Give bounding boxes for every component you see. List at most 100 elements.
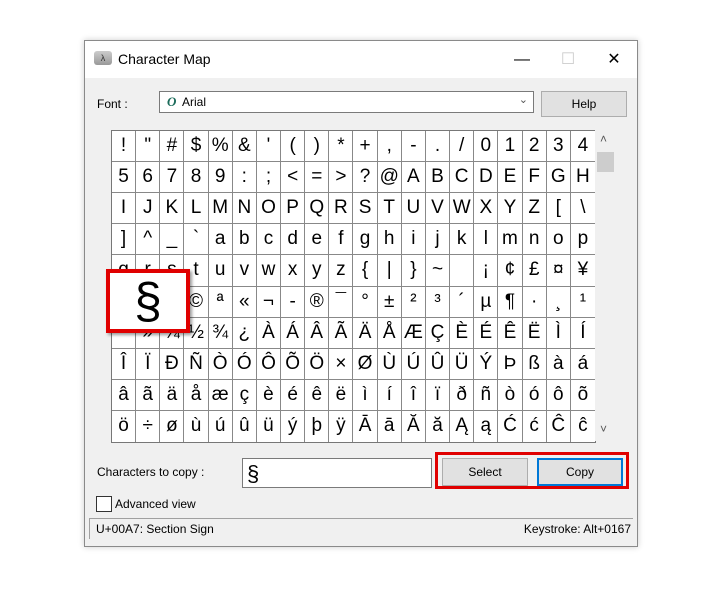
- character-cell[interactable]: ¬: [256, 286, 282, 318]
- character-cell[interactable]: µ: [474, 286, 499, 318]
- font-dropdown[interactable]: O Arial ⌄: [159, 91, 534, 113]
- character-cell[interactable]: å: [184, 379, 209, 411]
- character-cell[interactable]: /: [450, 131, 475, 163]
- character-cell[interactable]: ^: [136, 224, 161, 256]
- character-cell[interactable]: Ó: [232, 348, 257, 380]
- character-cell[interactable]: ³: [425, 286, 451, 318]
- character-cell[interactable]: X: [474, 193, 499, 225]
- character-cell[interactable]: 6: [136, 162, 161, 194]
- character-cell[interactable]: p: [570, 224, 595, 256]
- character-cell[interactable]: ó: [522, 379, 547, 411]
- character-cell[interactable]: Í: [570, 318, 595, 349]
- advanced-view-checkbox[interactable]: [96, 496, 112, 512]
- character-cell[interactable]: >: [329, 162, 354, 194]
- character-cell[interactable]: A: [401, 162, 426, 194]
- character-cell[interactable]: ¤: [546, 255, 571, 287]
- character-cell[interactable]: ¹: [570, 287, 595, 318]
- character-cell[interactable]: G: [546, 162, 571, 194]
- character-cell[interactable]: Ê: [498, 317, 523, 349]
- character-cell[interactable]: B: [425, 162, 451, 194]
- character-cell[interactable]: @: [377, 162, 402, 194]
- character-cell[interactable]: 1: [498, 131, 523, 163]
- character-cell[interactable]: D: [474, 162, 499, 194]
- character-cell[interactable]: Ï: [136, 348, 161, 380]
- character-cell[interactable]: æ: [208, 379, 233, 411]
- character-cell[interactable]: `: [184, 224, 209, 256]
- character-cell[interactable]: Q: [305, 193, 330, 225]
- character-cell[interactable]: ß: [522, 348, 547, 380]
- character-cell[interactable]: ÿ: [329, 410, 354, 442]
- character-cell[interactable]: :: [232, 162, 257, 194]
- character-cell[interactable]: |: [377, 255, 402, 287]
- character-cell[interactable]: [: [546, 193, 571, 225]
- character-cell[interactable]: ë: [329, 379, 354, 411]
- character-cell[interactable]: ´: [450, 286, 475, 318]
- character-cell[interactable]: ~: [425, 255, 451, 287]
- character-cell[interactable]: à: [546, 348, 571, 380]
- character-cell[interactable]: 2: [522, 131, 547, 163]
- character-cell[interactable]: *: [329, 131, 354, 163]
- character-cell[interactable]: Å: [377, 317, 402, 349]
- character-cell[interactable]: Ç: [425, 317, 451, 349]
- character-cell[interactable]: é: [281, 379, 306, 411]
- character-cell[interactable]: }: [401, 255, 426, 287]
- character-cell[interactable]: R: [329, 193, 354, 225]
- character-cell[interactable]: a: [208, 224, 233, 256]
- character-cell[interactable]: z: [329, 255, 354, 287]
- maximize-button[interactable]: ☐: [545, 41, 591, 78]
- character-cell[interactable]: #: [160, 131, 185, 163]
- character-cell[interactable]: ¿: [232, 317, 257, 349]
- help-button[interactable]: Help: [541, 91, 627, 117]
- character-cell[interactable]: ª: [208, 286, 233, 318]
- character-cell[interactable]: À: [256, 317, 282, 349]
- character-cell[interactable]: Æ: [401, 317, 426, 349]
- character-cell[interactable]: e: [305, 224, 330, 256]
- character-cell[interactable]: Ü: [450, 348, 475, 380]
- character-cell[interactable]: Ô: [256, 348, 282, 380]
- character-cell[interactable]: I: [112, 193, 137, 225]
- character-cell[interactable]: Á: [281, 317, 306, 349]
- character-cell[interactable]: ¸: [546, 286, 571, 318]
- character-cell[interactable]: Ú: [401, 348, 426, 380]
- character-cell[interactable]: Ă: [402, 410, 426, 442]
- character-cell[interactable]: V: [425, 193, 451, 225]
- character-cell[interactable]: ĉ: [571, 411, 595, 442]
- character-cell[interactable]: ): [305, 131, 330, 163]
- character-cell[interactable]: Ö: [305, 348, 330, 380]
- character-cell[interactable]: w: [256, 255, 282, 287]
- character-cell[interactable]: ö: [112, 410, 137, 442]
- character-cell[interactable]: J: [136, 193, 161, 225]
- character-cell[interactable]: Ą: [450, 410, 475, 442]
- character-cell[interactable]: Z: [522, 193, 547, 225]
- character-cell[interactable]: Ø: [353, 348, 378, 380]
- character-cell[interactable]: É: [474, 317, 499, 349]
- character-cell[interactable]: 8: [184, 162, 209, 194]
- character-cell[interactable]: ç: [232, 379, 257, 411]
- close-button[interactable]: ✕: [591, 41, 637, 78]
- character-cell[interactable]: Ý: [474, 348, 499, 380]
- character-cell[interactable]: $: [184, 131, 209, 163]
- character-cell[interactable]: l: [474, 224, 499, 256]
- character-cell[interactable]: Ä: [353, 317, 378, 349]
- character-cell[interactable]: í: [377, 379, 402, 411]
- character-cell[interactable]: b: [232, 224, 257, 256]
- character-cell[interactable]: °: [353, 286, 378, 318]
- character-cell[interactable]: ú: [209, 410, 233, 442]
- character-cell[interactable]: -: [401, 131, 426, 163]
- character-cell[interactable]: n: [522, 224, 547, 256]
- character-cell[interactable]: á: [570, 349, 595, 380]
- character-cell[interactable]: .: [425, 131, 451, 163]
- character-cell[interactable]: Ò: [208, 348, 233, 380]
- character-cell[interactable]: ¥: [570, 255, 595, 287]
- character-cell[interactable]: ]: [112, 224, 137, 256]
- character-cell[interactable]: =: [305, 162, 330, 194]
- character-cell[interactable]: Õ: [281, 348, 306, 380]
- characters-to-copy-input[interactable]: §: [242, 458, 432, 488]
- character-cell[interactable]: Ð: [160, 348, 185, 380]
- character-cell[interactable]: y: [305, 255, 330, 287]
- character-cell[interactable]: â: [112, 379, 137, 411]
- minimize-button[interactable]: —: [499, 41, 545, 78]
- character-cell[interactable]: k: [450, 224, 475, 256]
- character-cell[interactable]: ": [136, 131, 161, 163]
- character-cell[interactable]: î: [401, 379, 426, 411]
